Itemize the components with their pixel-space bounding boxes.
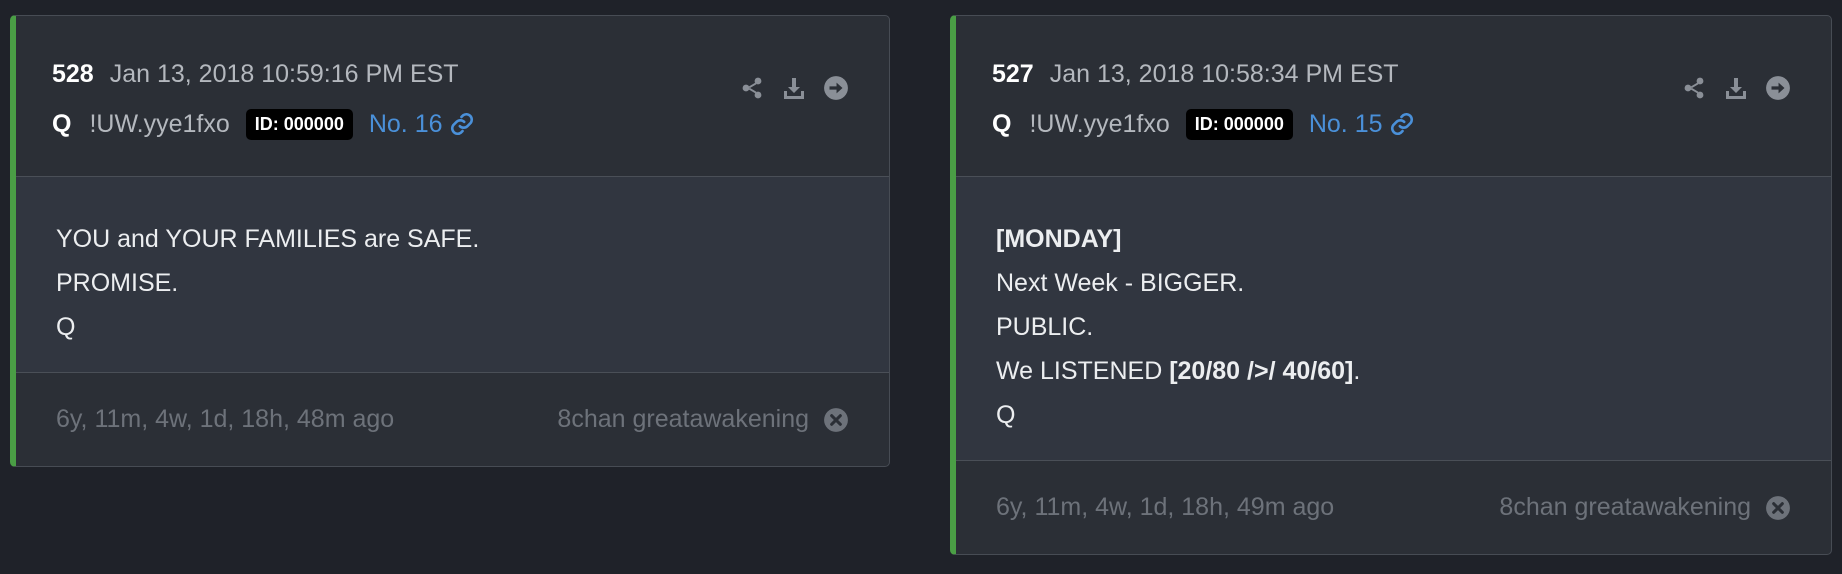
post-age: 6y, 11m, 4w, 1d, 18h, 48m ago: [56, 405, 395, 433]
post-card-527: 527 Jan 13, 2018 10:58:34 PM EST Q !UW.y…: [950, 15, 1832, 555]
id-badge: ID: 000000: [1185, 108, 1293, 140]
post-body: [MONDAY] Next Week - BIGGER. PUBLIC. We …: [956, 177, 1831, 461]
post-no-label: No. 15: [1308, 109, 1383, 138]
post-body-line: [MONDAY]: [996, 225, 1122, 253]
id-badge: ID: 000000: [245, 108, 353, 140]
post-source: 8chan greatawakening: [1499, 493, 1751, 521]
post-body-line: Q: [996, 401, 1016, 429]
post-age: 6y, 11m, 4w, 1d, 18h, 49m ago: [996, 493, 1335, 521]
share-icon[interactable]: [739, 75, 765, 101]
post-timestamp: Jan 13, 2018 10:58:34 PM EST: [1049, 60, 1399, 88]
body-text: We LISTENED: [996, 357, 1170, 385]
body-bold-text: [20/80 />/ 40/60]: [1169, 357, 1354, 385]
close-circle-icon[interactable]: [823, 407, 849, 433]
link-icon: [1390, 112, 1413, 136]
post-no-link[interactable]: No. 15: [1309, 110, 1415, 139]
post-author: Q: [52, 109, 72, 138]
post-body-line: We LISTENED [20/80 />/ 40/60].: [996, 349, 1831, 393]
post-number: 527: [992, 60, 1034, 88]
post-timestamp: Jan 13, 2018 10:59:16 PM EST: [109, 60, 459, 88]
post-number: 528: [52, 60, 94, 88]
post-body-line: PROMISE.: [56, 269, 179, 297]
post-author: Q: [992, 109, 1012, 138]
post-header: 527 Jan 13, 2018 10:58:34 PM EST Q !UW.y…: [956, 16, 1831, 177]
close-circle-icon[interactable]: [1765, 495, 1791, 521]
post-footer: 6y, 11m, 4w, 1d, 18h, 48m ago 8chan grea…: [16, 373, 889, 466]
post-body-line: PUBLIC.: [996, 313, 1094, 341]
link-icon: [450, 112, 473, 136]
post-body-line: YOU and YOUR FAMILIES are SAFE.: [56, 225, 480, 253]
post-tripcode: !UW.yye1fxo: [89, 109, 230, 138]
post-footer: 6y, 11m, 4w, 1d, 18h, 49m ago 8chan grea…: [956, 461, 1831, 554]
download-icon[interactable]: [1723, 75, 1749, 101]
post-card-528: 528 Jan 13, 2018 10:59:16 PM EST Q !UW.y…: [10, 15, 890, 467]
post-header: 528 Jan 13, 2018 10:59:16 PM EST Q !UW.y…: [16, 16, 889, 177]
post-source: 8chan greatawakening: [557, 405, 809, 433]
download-icon[interactable]: [781, 75, 807, 101]
post-no-link[interactable]: No. 16: [369, 110, 475, 139]
post-tripcode: !UW.yye1fxo: [1029, 109, 1170, 138]
post-body-line: Q: [56, 313, 76, 341]
post-no-label: No. 16: [368, 109, 443, 138]
post-body: YOU and YOUR FAMILIES are SAFE. PROMISE.…: [16, 177, 889, 373]
share-icon[interactable]: [1681, 75, 1707, 101]
post-body-line: Next Week - BIGGER.: [996, 269, 1245, 297]
body-text: .: [1353, 357, 1361, 385]
arrow-circle-right-icon[interactable]: [1765, 75, 1791, 101]
arrow-circle-right-icon[interactable]: [823, 75, 849, 101]
